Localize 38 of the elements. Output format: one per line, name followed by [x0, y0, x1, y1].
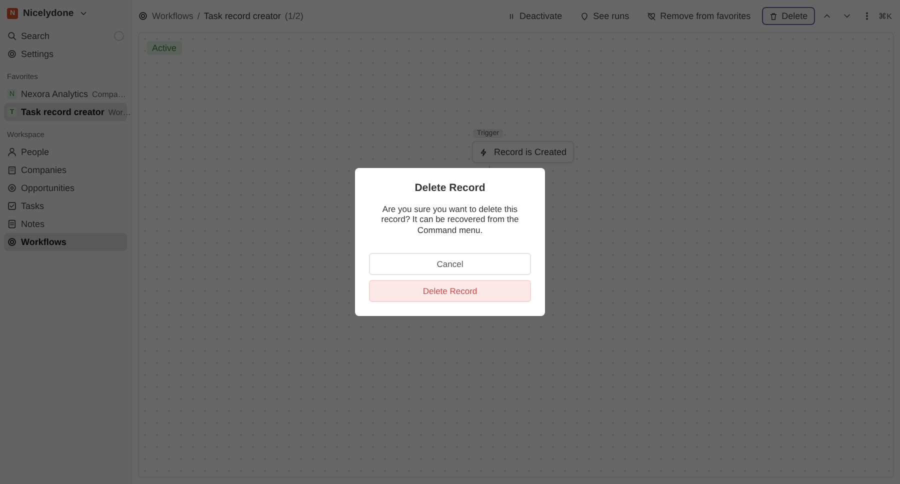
pin-icon: [580, 12, 590, 20]
person-icon: [7, 147, 17, 157]
action-button[interactable]: Delete: [762, 7, 815, 25]
shortcut-label: ⌘K: [878, 12, 893, 20]
trash-icon: [768, 12, 778, 20]
page-title: Task record creator: [204, 11, 281, 21]
breadcrumb-separator: /: [197, 11, 200, 21]
action-button[interactable]: Deactivate: [500, 7, 570, 25]
note-icon: [7, 219, 17, 229]
favorite-label: Nexora Analytics: [21, 89, 88, 99]
heart-off-icon: [647, 12, 656, 20]
dialog-message: Are you sure you want to delete this record? It can be recovered from the Command menu.: [380, 204, 520, 235]
checkbox-icon: [7, 201, 17, 211]
sidebar-item[interactable]: Settings: [4, 45, 127, 63]
favorite-detail: Compa…: [92, 90, 126, 98]
building-icon: [7, 165, 17, 175]
delete-record-button[interactable]: Delete Record: [369, 280, 531, 302]
action-button[interactable]: See runs: [573, 7, 636, 25]
trigger-node[interactable]: Record is Created: [472, 141, 574, 163]
favorite-label: Task record creator: [21, 107, 104, 117]
sidebar-item[interactable]: Notes: [4, 215, 127, 233]
action-button[interactable]: Remove from favorites: [640, 7, 758, 25]
sidebar-item[interactable]: Search: [4, 27, 127, 45]
search-icon: [7, 31, 17, 41]
cancel-button[interactable]: Cancel: [369, 252, 531, 275]
bolt-icon: [479, 148, 488, 156]
status-badge: Active: [147, 41, 182, 55]
sidebar-item[interactable]: People: [4, 143, 127, 161]
sidebar-item[interactable]: Tasks: [4, 197, 127, 215]
sidebar-item[interactable]: Workflows: [4, 233, 127, 251]
record-count: (1/2): [284, 11, 304, 21]
sidebar-item[interactable]: Companies: [4, 161, 127, 179]
breadcrumb-link[interactable]: Workflows: [152, 11, 194, 21]
target-icon: [7, 183, 17, 193]
dialog-title: Delete Record: [414, 182, 486, 194]
sidebar-item[interactable]: Opportunities: [4, 179, 127, 197]
chevron-down-icon: [78, 9, 88, 18]
workspace-name[interactable]: Nicelydone: [23, 8, 74, 19]
